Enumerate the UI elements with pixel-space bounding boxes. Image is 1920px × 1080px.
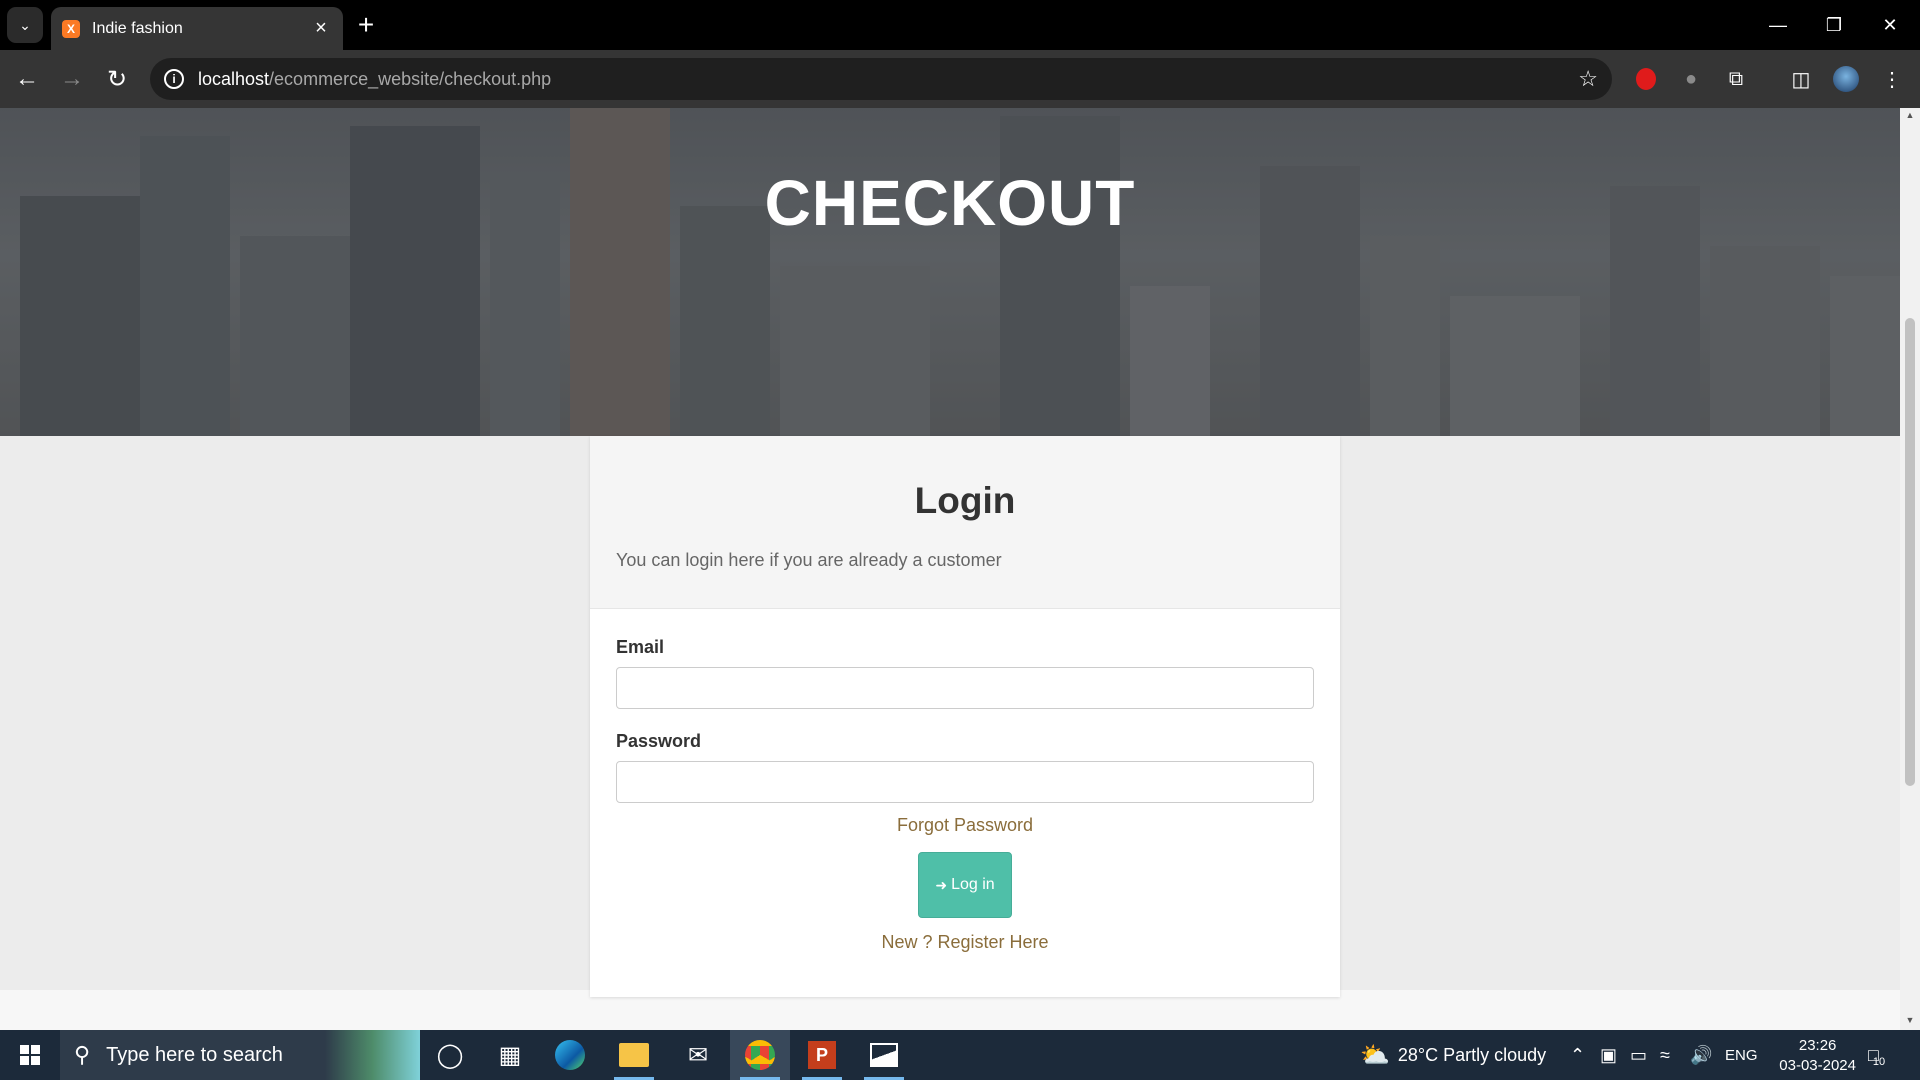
- browser-tab[interactable]: X Indie fashion ×: [51, 7, 343, 50]
- weather-text: 28°C Partly cloudy: [1397, 1044, 1547, 1065]
- search-highlight-illustration: [325, 1030, 420, 1080]
- password-field[interactable]: [616, 761, 1314, 803]
- login-title: Login: [914, 480, 1016, 521]
- cortana-circle-icon[interactable]: ◯: [420, 1030, 480, 1080]
- bookmark-star-icon[interactable]: ☆: [1578, 66, 1598, 92]
- search-icon: ⚲: [74, 1042, 91, 1067]
- tab-title: Indie fashion: [92, 19, 183, 37]
- taskbar-search-box[interactable]: ⚲ Type here to search: [60, 1030, 420, 1080]
- page-title: CHECKOUT: [764, 167, 1136, 239]
- windows-logo-icon: [20, 1045, 40, 1065]
- notification-count: 10: [1872, 1056, 1886, 1068]
- taskbar-clock[interactable]: 23:26 03-03-2024: [1779, 1036, 1856, 1076]
- tab-search-chevron-icon[interactable]: ⌄: [7, 7, 43, 43]
- url-host: localhost: [198, 68, 270, 89]
- url-text[interactable]: localhost/ecommerce_website/checkout.php: [198, 69, 551, 90]
- login-form: Email Password Forgot Password ➜ Log in …: [590, 609, 1340, 953]
- login-card-header: Login You can login here if you are alre…: [590, 436, 1340, 609]
- forward-arrow-icon[interactable]: →: [55, 62, 89, 96]
- meet-now-icon[interactable]: ▣: [1600, 1030, 1617, 1080]
- browser-tabstrip: ⌄ X Indie fashion × + — ❐ ✕: [0, 0, 1920, 50]
- task-view-icon[interactable]: ▦: [480, 1030, 540, 1080]
- restore-icon[interactable]: ❐: [1806, 0, 1862, 50]
- mail-icon[interactable]: ✉: [668, 1030, 728, 1080]
- register-link[interactable]: New ? Register Here: [616, 932, 1314, 953]
- login-button[interactable]: ➜ Log in: [918, 852, 1012, 918]
- site-info-icon[interactable]: i: [164, 69, 184, 89]
- taskbar-search-placeholder: Type here to search: [106, 1043, 283, 1066]
- minimize-icon[interactable]: —: [1750, 0, 1806, 50]
- password-label: Password: [616, 731, 702, 751]
- start-button[interactable]: [0, 1030, 60, 1080]
- notification-center[interactable]: □ 10: [1868, 1030, 1885, 1080]
- extension-grey-icon[interactable]: ●: [1675, 63, 1707, 95]
- url-path: /ecommerce_website/checkout.php: [269, 68, 552, 89]
- clock-time: 23:26: [1798, 1037, 1837, 1054]
- new-tab-plus-icon[interactable]: +: [350, 9, 382, 41]
- file-explorer-icon[interactable]: [604, 1030, 664, 1080]
- language-indicator[interactable]: ENG: [1725, 1030, 1758, 1080]
- login-button-label: Log in: [951, 876, 995, 893]
- scrollbar-thumb[interactable]: [1905, 318, 1915, 786]
- forgot-password-link[interactable]: Forgot Password: [616, 815, 1314, 836]
- battery-icon[interactable]: ▭: [1630, 1030, 1647, 1080]
- web-page: CHECKOUT Login You can login here if you…: [0, 108, 1900, 1030]
- window-close-icon[interactable]: ✕: [1862, 0, 1918, 50]
- extension-red-icon[interactable]: [1630, 63, 1662, 95]
- xampp-favicon-icon: X: [62, 19, 80, 38]
- email-label: Email: [616, 637, 665, 657]
- browser-menu-icon[interactable]: ⋮: [1876, 63, 1908, 95]
- login-card: Login You can login here if you are alre…: [590, 436, 1340, 997]
- powerpoint-icon[interactable]: P: [792, 1030, 852, 1080]
- show-hidden-icons-chevron-icon[interactable]: ⌃: [1570, 1030, 1585, 1080]
- edge-browser-icon[interactable]: [540, 1030, 600, 1080]
- reload-icon[interactable]: ↻: [100, 62, 134, 96]
- partly-cloudy-icon: ⛅: [1360, 1041, 1390, 1069]
- volume-icon[interactable]: 🔊: [1690, 1030, 1712, 1080]
- login-subtitle: You can login here if you are already a …: [616, 550, 1002, 570]
- sign-in-icon: ➜: [935, 876, 948, 893]
- wifi-icon[interactable]: ≈: [1660, 1030, 1670, 1080]
- chrome-browser-icon[interactable]: [730, 1030, 790, 1080]
- side-panel-icon[interactable]: ◫: [1785, 63, 1817, 95]
- extensions-puzzle-icon[interactable]: ⧉: [1720, 63, 1752, 95]
- profile-avatar-icon[interactable]: [1830, 63, 1862, 95]
- email-field[interactable]: [616, 667, 1314, 709]
- address-bar[interactable]: i localhost/ecommerce_website/checkout.p…: [150, 58, 1612, 100]
- browser-toolbar: ← → ↻ i localhost/ecommerce_website/chec…: [0, 50, 1920, 108]
- back-arrow-icon[interactable]: ←: [10, 62, 44, 96]
- photos-icon[interactable]: [854, 1030, 914, 1080]
- clock-date: 03-03-2024: [1779, 1057, 1856, 1074]
- tab-close-icon[interactable]: ×: [307, 17, 335, 40]
- scroll-down-arrow-icon[interactable]: ▼: [1904, 1015, 1916, 1025]
- page-scrollbar[interactable]: ▲ ▼: [1900, 108, 1920, 1030]
- checkout-hero-banner: CHECKOUT: [0, 108, 1900, 436]
- weather-widget[interactable]: ⛅ 28°C Partly cloudy: [1360, 1030, 1546, 1080]
- windows-taskbar: ⚲ Type here to search ◯ ▦ ✉ P ⛅ 28°C Par…: [0, 1030, 1920, 1080]
- scroll-up-arrow-icon[interactable]: ▲: [1904, 110, 1916, 120]
